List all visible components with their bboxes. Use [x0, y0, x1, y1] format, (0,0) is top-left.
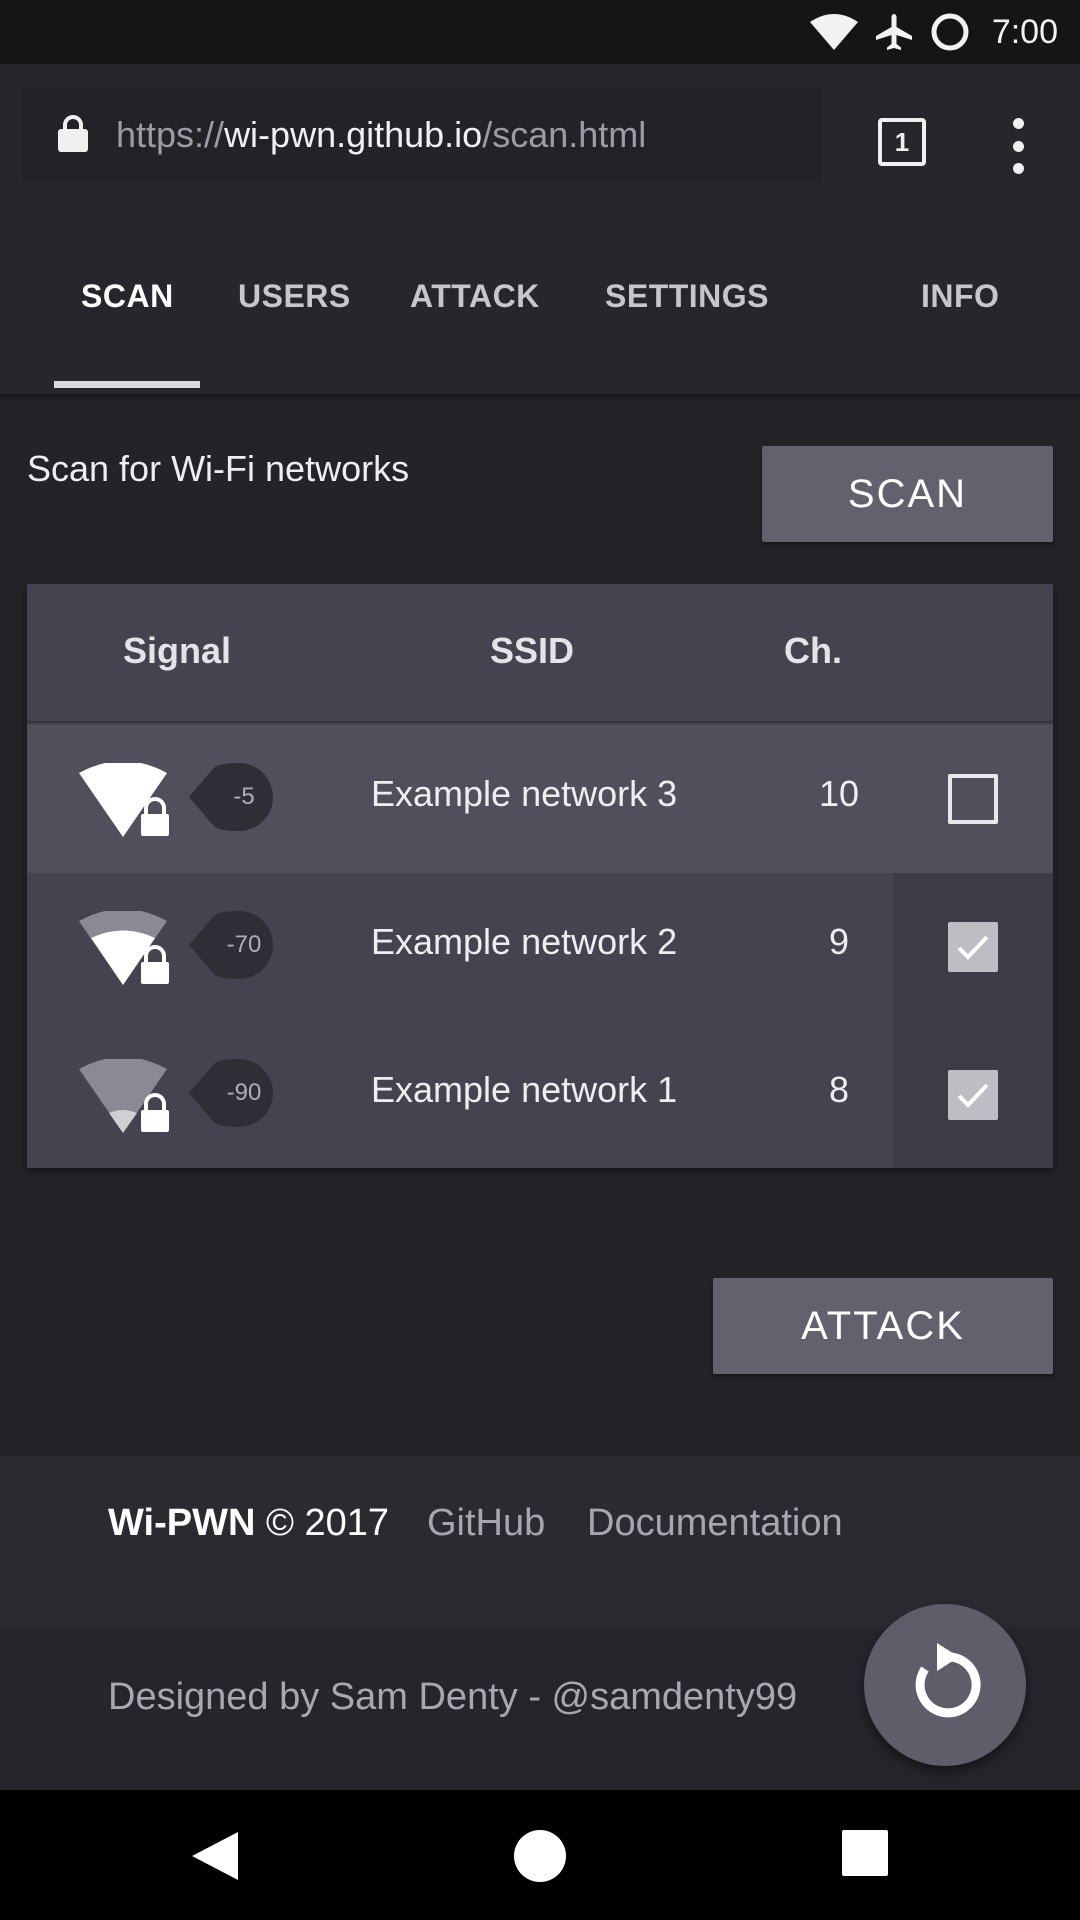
- table-row[interactable]: -70 Example network 2 9: [27, 873, 1053, 1021]
- refresh-icon: [915, 1643, 981, 1718]
- rssi-value: -5: [233, 783, 255, 810]
- tab-switcher-button[interactable]: 1: [878, 118, 926, 166]
- wifi-signal-low-lock-icon: [79, 1057, 181, 1138]
- url-scheme: https://: [116, 114, 225, 155]
- channel-cell: 8: [828, 1069, 850, 1110]
- overflow-menu-icon[interactable]: [1000, 118, 1036, 174]
- app-nav: SCAN USERS ATTACK SETTINGS INFO: [0, 216, 1080, 394]
- tab-settings[interactable]: SETTINGS: [605, 278, 769, 315]
- airplane-icon: [874, 12, 914, 52]
- url-field[interactable]: https://wi-pwn.github.io/scan.html: [22, 88, 822, 182]
- ssid-cell: Example network 1: [371, 1069, 678, 1110]
- header-ssid: SSID: [490, 630, 575, 671]
- header-channel: Ch.: [784, 630, 842, 671]
- refresh-button[interactable]: [864, 1604, 1026, 1766]
- ssid-cell: Example network 2: [371, 921, 678, 962]
- status-bar: 7:00: [0, 0, 1080, 64]
- back-icon[interactable]: [190, 1830, 240, 1887]
- url-text: https://wi-pwn.github.io/scan.html: [116, 114, 646, 156]
- scan-heading: Scan for Wi-Fi networks: [27, 448, 410, 489]
- channel-cell: 10: [818, 773, 860, 814]
- designer-credit: Designed by Sam Denty - @samdenty99: [108, 1676, 798, 1718]
- system-navigation-bar: [0, 1790, 1080, 1920]
- rssi-value: -70: [226, 931, 262, 958]
- select-network-checkbox[interactable]: [948, 1070, 998, 1120]
- table-header: Signal SSID Ch.: [27, 584, 1053, 723]
- status-time: 7:00: [991, 12, 1058, 51]
- copyright: © 2017: [265, 1502, 390, 1544]
- brand-name: Wi-PWN: [108, 1502, 256, 1544]
- channel-cell: 9: [828, 921, 850, 962]
- rssi-value: -90: [226, 1079, 262, 1106]
- table-row[interactable]: -5 Example network 3 10: [27, 725, 1053, 873]
- rssi-badge: -5: [189, 763, 273, 831]
- url-host: wi-pwn.github.io: [224, 114, 483, 155]
- tab-count: 1: [894, 126, 910, 157]
- table-row[interactable]: -90 Example network 1 8: [27, 1021, 1053, 1168]
- browser-toolbar: https://wi-pwn.github.io/scan.html 1: [0, 64, 1080, 216]
- data-saver-icon: [930, 12, 970, 52]
- header-signal: Signal: [123, 630, 232, 671]
- attack-button[interactable]: ATTACK: [713, 1278, 1053, 1374]
- rssi-badge: -70: [189, 911, 273, 979]
- scan-button[interactable]: SCAN: [762, 446, 1053, 542]
- github-link[interactable]: GitHub: [427, 1502, 545, 1545]
- select-network-checkbox[interactable]: [948, 922, 998, 972]
- networks-table: Signal SSID Ch. -5 Example network 3 10: [27, 584, 1053, 1168]
- wifi-signal-full-lock-icon: [79, 761, 181, 842]
- active-tab-indicator: [54, 381, 200, 388]
- tab-info[interactable]: INFO: [921, 278, 999, 315]
- footer: Wi-PWN © 2017 GitHub Documentation: [0, 1456, 1080, 1628]
- checkmark-icon: [957, 1083, 989, 1108]
- documentation-link[interactable]: Documentation: [587, 1502, 843, 1545]
- home-icon[interactable]: [514, 1830, 566, 1887]
- tab-attack[interactable]: ATTACK: [410, 278, 540, 315]
- rssi-badge: -90: [189, 1059, 273, 1127]
- select-network-checkbox[interactable]: [948, 774, 998, 824]
- footer-brand: Wi-PWN © 2017: [108, 1502, 389, 1545]
- checkmark-icon: [957, 935, 989, 960]
- wifi-signal-medium-lock-icon: [79, 909, 181, 990]
- recents-icon[interactable]: [842, 1830, 888, 1881]
- wifi-icon: [809, 14, 858, 50]
- url-path: /scan.html: [482, 114, 647, 155]
- tab-users[interactable]: USERS: [238, 278, 351, 315]
- lock-icon: [58, 114, 88, 157]
- tab-scan[interactable]: SCAN: [81, 278, 174, 315]
- ssid-cell: Example network 3: [371, 773, 678, 814]
